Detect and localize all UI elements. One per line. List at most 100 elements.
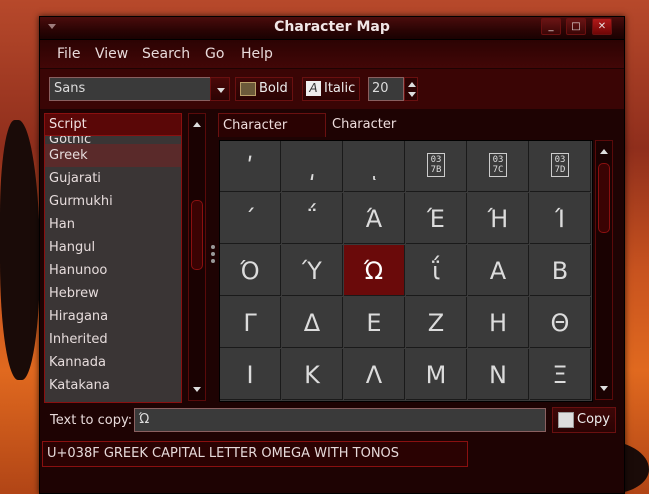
- character-glyph: Ε: [366, 309, 382, 337]
- script-list-scrollbar[interactable]: [188, 113, 206, 401]
- script-list-item[interactable]: Hiragana: [45, 305, 181, 328]
- character-grid-scrollbar[interactable]: [595, 140, 613, 400]
- statusbar-background: [40, 467, 624, 493]
- character-glyph: Δ: [303, 309, 321, 337]
- font-size-spin-buttons[interactable]: [404, 77, 418, 101]
- maximize-button[interactable]: □: [566, 18, 586, 35]
- font-size-spinner[interactable]: 20: [368, 77, 404, 101]
- script-column-header[interactable]: Script: [45, 114, 181, 136]
- script-list-item[interactable]: Katakana: [45, 374, 181, 397]
- character-glyph: Ί: [555, 205, 565, 233]
- character-cell[interactable]: Ν: [468, 349, 529, 400]
- character-cell[interactable]: Κ: [282, 349, 343, 400]
- script-list-item[interactable]: Hanunoo: [45, 259, 181, 282]
- character-cell[interactable]: 03 7D: [530, 141, 591, 192]
- character-glyph: Η: [488, 309, 508, 337]
- character-glyph: ͺ: [368, 153, 380, 181]
- character-cell[interactable]: Λ: [344, 349, 405, 400]
- minimize-button[interactable]: _: [541, 18, 561, 35]
- character-glyph: Ζ: [427, 309, 445, 337]
- menu-search[interactable]: Search: [142, 46, 190, 62]
- character-cell[interactable]: ͺ: [344, 141, 405, 192]
- italic-label: Italic: [324, 81, 356, 96]
- font-family-dropdown-button[interactable]: [210, 77, 230, 101]
- character-cell[interactable]: Ζ: [406, 297, 467, 348]
- script-list-item[interactable]: Hebrew: [45, 282, 181, 305]
- scroll-down-icon[interactable]: [193, 387, 201, 392]
- character-cell[interactable]: ΐ: [406, 245, 467, 296]
- character-cell[interactable]: Ι: [220, 349, 281, 400]
- character-glyph: Β: [551, 257, 569, 285]
- font-family-combo[interactable]: Sans: [49, 77, 229, 101]
- copy-bar: Text to copy: Ώ Copy: [44, 405, 620, 435]
- character-cell[interactable]: Α: [468, 245, 529, 296]
- scroll-down-icon[interactable]: [600, 386, 608, 391]
- scroll-up-icon[interactable]: [600, 149, 608, 154]
- script-list-item[interactable]: Han: [45, 213, 181, 236]
- character-cell[interactable]: ͵: [282, 141, 343, 192]
- character-cell[interactable]: Θ: [530, 297, 591, 348]
- menu-help[interactable]: Help: [241, 46, 273, 62]
- italic-button[interactable]: A Italic: [302, 77, 360, 101]
- palm-silhouette: [0, 120, 40, 380]
- script-list-item[interactable]: Inherited: [45, 328, 181, 351]
- script-list-item[interactable]: Kannada: [45, 351, 181, 374]
- close-button[interactable]: ✕: [592, 18, 612, 35]
- tab-bar: Character Table Character Details: [218, 113, 620, 157]
- spin-down-icon[interactable]: [408, 92, 416, 97]
- script-list-item[interactable]: Gurmukhi: [45, 190, 181, 213]
- scroll-thumb[interactable]: [191, 200, 203, 270]
- character-cell[interactable]: Ά: [344, 193, 405, 244]
- pane-resize-handle[interactable]: [211, 245, 215, 266]
- character-cell[interactable]: ΅: [282, 193, 343, 244]
- menu-file[interactable]: File: [57, 46, 80, 62]
- character-cell[interactable]: Ή: [468, 193, 529, 244]
- script-list-pane: Script Gothic Greek Gujarati Gurmukhi Ha…: [44, 113, 182, 403]
- character-map-window: Character Map _ □ ✕ File View Search Go …: [39, 16, 625, 494]
- bold-button[interactable]: Bold: [235, 77, 293, 101]
- copy-button[interactable]: Copy: [552, 407, 616, 433]
- tab-character-details[interactable]: Character Details: [328, 113, 448, 156]
- scroll-thumb[interactable]: [598, 163, 610, 233]
- menu-view[interactable]: View: [95, 46, 128, 62]
- character-glyph: Ξ: [552, 361, 568, 389]
- character-cell[interactable]: 03 7C: [468, 141, 529, 192]
- character-glyph: ΄: [244, 205, 256, 233]
- character-glyph: Ι: [246, 361, 254, 389]
- character-glyph: Κ: [304, 361, 320, 389]
- script-list-item[interactable]: Gujarati: [45, 167, 181, 190]
- character-grid: ʹ ͵ ͺ 03 7B 03 7C 03 7D ΄ ΅ Ά Έ Ή Ί Ό Ύ Ώΐ Α Β Γ Δ Ε Ζ Η Θ Ι Κ Λ Μ Ν Ξ: [219, 140, 593, 402]
- character-cell[interactable]: Ε: [344, 297, 405, 348]
- bold-icon: [240, 81, 256, 96]
- character-cell[interactable]: Έ: [406, 193, 467, 244]
- script-list: Gothic Greek Gujarati Gurmukhi Han Hangu…: [45, 136, 181, 397]
- character-cell[interactable]: Η: [468, 297, 529, 348]
- scroll-up-icon[interactable]: [193, 122, 201, 127]
- text-to-copy-input[interactable]: Ώ: [134, 408, 546, 432]
- character-glyph: Ύ: [302, 257, 322, 285]
- character-glyph: Ό: [240, 257, 260, 285]
- character-cell[interactable]: Ξ: [530, 349, 591, 400]
- character-glyph: Ώ: [364, 257, 384, 285]
- character-cell[interactable]: ʹ: [220, 141, 281, 192]
- tab-character-table[interactable]: Character Table: [218, 113, 326, 157]
- character-glyph: ΅: [306, 205, 318, 233]
- toolbar: Sans Bold A Italic 20: [40, 69, 624, 109]
- menu-go[interactable]: Go: [205, 46, 224, 62]
- character-cell[interactable]: ΄: [220, 193, 281, 244]
- script-list-item[interactable]: Gothic: [45, 136, 181, 144]
- character-cell[interactable]: Γ: [220, 297, 281, 348]
- text-to-copy-label: Text to copy:: [50, 413, 133, 428]
- character-cell[interactable]: Ί: [530, 193, 591, 244]
- character-cell[interactable]: Β: [530, 245, 591, 296]
- character-cell-selected[interactable]: Ώ: [344, 245, 405, 296]
- character-cell[interactable]: 03 7B: [406, 141, 467, 192]
- character-cell[interactable]: Ύ: [282, 245, 343, 296]
- spin-up-icon[interactable]: [408, 82, 416, 87]
- script-list-item-selected[interactable]: Greek: [45, 144, 181, 167]
- character-cell[interactable]: Ό: [220, 245, 281, 296]
- character-glyph: Ή: [487, 205, 509, 233]
- script-list-item[interactable]: Hangul: [45, 236, 181, 259]
- character-cell[interactable]: Δ: [282, 297, 343, 348]
- character-cell[interactable]: Μ: [406, 349, 467, 400]
